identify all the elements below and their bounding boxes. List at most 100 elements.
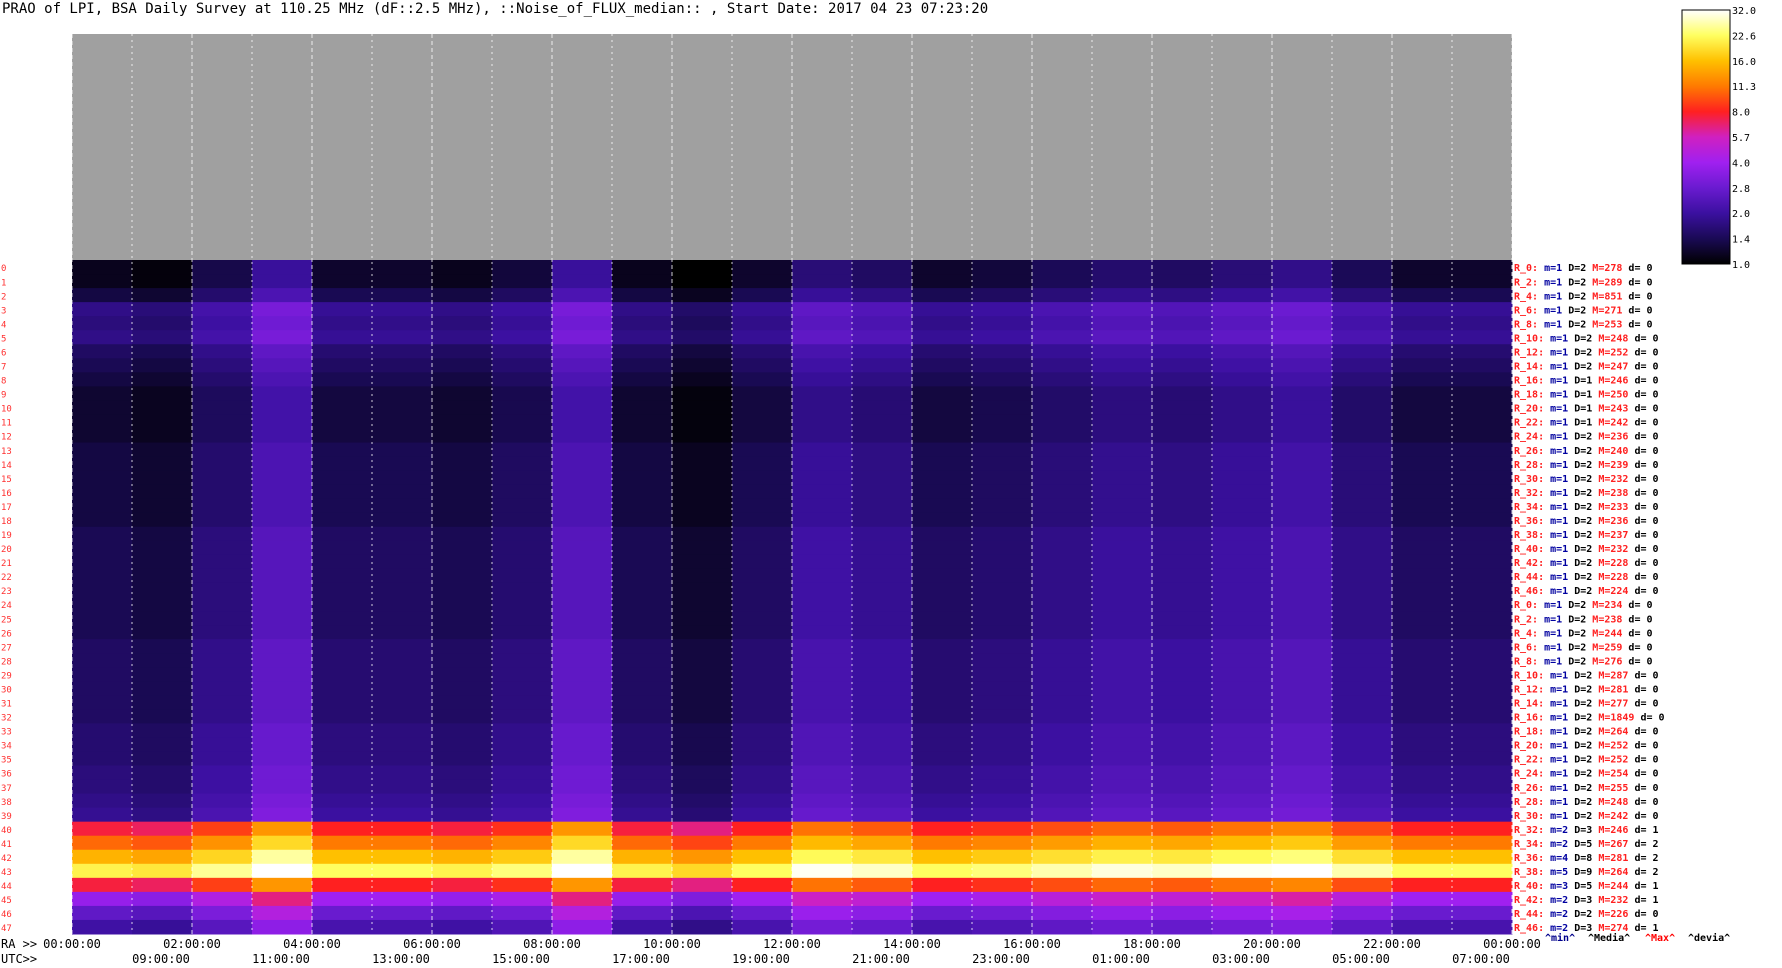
heatmap-cell bbox=[552, 484, 613, 500]
heatmap-cell bbox=[1032, 723, 1093, 738]
declination-label: +17°55' bbox=[28, 642, 70, 653]
heatmap-cell bbox=[612, 653, 673, 668]
heatmap-cell bbox=[432, 877, 493, 893]
heatmap-cell bbox=[1332, 288, 1393, 303]
heatmap-cell bbox=[372, 765, 433, 781]
top-tick-label: 10:00:00 bbox=[643, 18, 701, 32]
heatmap-cell bbox=[1452, 695, 1513, 710]
heatmap-cell bbox=[432, 695, 493, 710]
row-index: 4 bbox=[1, 320, 6, 330]
row-stat: R_34: m=2 D=5 M=267 d= 2 bbox=[1514, 839, 1659, 850]
heatmap-cell bbox=[372, 681, 433, 696]
heatmap-cell bbox=[1392, 442, 1453, 458]
heatmap-cell bbox=[252, 288, 313, 303]
heatmap-cell bbox=[1332, 891, 1393, 907]
heatmap-cell bbox=[372, 316, 433, 331]
heatmap-cell bbox=[972, 905, 1033, 921]
top-tick-label: 14:00:00 bbox=[883, 18, 941, 32]
heatmap-cell bbox=[1212, 751, 1273, 766]
heatmap-cell bbox=[312, 498, 373, 514]
heatmap-cell bbox=[492, 849, 553, 865]
heatmap-cell bbox=[1452, 681, 1513, 696]
heatmap-cell bbox=[1392, 316, 1453, 331]
heatmap-cell bbox=[372, 526, 433, 542]
heatmap-cell bbox=[372, 484, 433, 500]
heatmap-cell bbox=[972, 681, 1033, 696]
heatmap-cell bbox=[1272, 540, 1333, 556]
heatmap-cell bbox=[1032, 779, 1093, 795]
heatmap-cell bbox=[72, 891, 133, 907]
heatmap-cell bbox=[972, 765, 1033, 781]
heatmap-cell bbox=[552, 639, 613, 654]
heatmap-cell bbox=[372, 793, 433, 809]
heatmap-cell bbox=[852, 568, 913, 584]
heatmap-cell bbox=[1212, 667, 1273, 682]
heatmap-cell bbox=[792, 681, 853, 696]
heatmap-cell bbox=[672, 302, 733, 317]
heatmap-cell bbox=[492, 582, 553, 598]
heatmap-cell bbox=[372, 737, 433, 752]
heatmap-cell bbox=[492, 400, 553, 415]
heatmap-cell bbox=[312, 639, 373, 654]
heatmap-cell bbox=[252, 723, 313, 738]
declination-label: +19°53' bbox=[28, 614, 70, 625]
heatmap-cell bbox=[1032, 793, 1093, 809]
heatmap-cell bbox=[972, 372, 1033, 387]
declination-label: +11°32' bbox=[28, 727, 70, 738]
heatmap-cell bbox=[1392, 611, 1453, 626]
row-stat: R_2: m=1 D=2 M=238 d= 0 bbox=[1514, 614, 1653, 625]
heatmap-cell bbox=[492, 681, 553, 696]
heatmap-cell bbox=[1452, 849, 1513, 865]
declination-label: +29°17' bbox=[28, 474, 70, 485]
heatmap-cell bbox=[1152, 512, 1213, 528]
heatmap-cell bbox=[1332, 639, 1393, 654]
declination-label: +25°38' bbox=[28, 530, 70, 541]
heatmap-cell bbox=[912, 302, 973, 317]
heatmap-cell bbox=[1392, 919, 1453, 935]
heatmap-cell bbox=[432, 765, 493, 781]
heatmap-cell bbox=[792, 470, 853, 486]
row-stat: R_38: m=5 D=9 M=264 d= 2 bbox=[1514, 867, 1659, 878]
heatmap-cell bbox=[1272, 751, 1333, 766]
heatmap-cell bbox=[372, 568, 433, 584]
heatmap-cell bbox=[1452, 302, 1513, 317]
heatmap-cell bbox=[672, 484, 733, 500]
heatmap-cell bbox=[852, 611, 913, 626]
heatmap-cell bbox=[972, 526, 1033, 542]
utc-tick-label: 05:00:00 bbox=[1332, 952, 1390, 966]
declination-labels: 0 +42°08' 1 +41°19' 2 +40°28' 3 +39°38' 4 +38°47'… bbox=[1, 263, 70, 934]
heatmap-cell bbox=[1092, 316, 1153, 331]
heatmap-cell bbox=[852, 358, 913, 373]
heatmap-cell bbox=[1452, 274, 1513, 289]
heatmap-cell bbox=[312, 891, 373, 907]
heatmap-cell bbox=[1272, 498, 1333, 514]
heatmap-cell bbox=[372, 625, 433, 640]
heatmap-cell bbox=[432, 751, 493, 766]
heatmap-cell bbox=[72, 807, 133, 823]
heatmap-cell bbox=[1392, 400, 1453, 415]
colorbar-tick-label: 22.6 bbox=[1732, 31, 1756, 42]
heatmap-cell bbox=[372, 330, 433, 345]
heatmap-cell bbox=[1152, 288, 1213, 303]
heatmap-cell bbox=[312, 905, 373, 921]
row-index: 47 bbox=[1, 924, 12, 934]
heatmap-cell bbox=[1212, 695, 1273, 710]
declination-label: +24°42' bbox=[28, 544, 70, 555]
colorbar-gradient bbox=[1681, 9, 1731, 265]
heatmap-cell bbox=[612, 540, 673, 556]
heatmap-cell bbox=[492, 274, 553, 289]
row-stat: R_6: m=1 D=2 M=271 d= 0 bbox=[1514, 305, 1653, 316]
heatmap-cell bbox=[1272, 737, 1333, 752]
heatmap-cell bbox=[1092, 358, 1153, 373]
row-index: 29 bbox=[1, 671, 12, 681]
heatmap-cell bbox=[252, 470, 313, 486]
heatmap-cell bbox=[912, 737, 973, 752]
heatmap-cell bbox=[1452, 667, 1513, 682]
heatmap-cell bbox=[852, 582, 913, 598]
heatmap-cell bbox=[1332, 653, 1393, 668]
heatmap-cell bbox=[912, 821, 973, 837]
heatmap-cell bbox=[552, 779, 613, 795]
heatmap-cell bbox=[1152, 695, 1213, 710]
heatmap-cell bbox=[1392, 274, 1453, 289]
heatmap-cell bbox=[1212, 709, 1273, 724]
